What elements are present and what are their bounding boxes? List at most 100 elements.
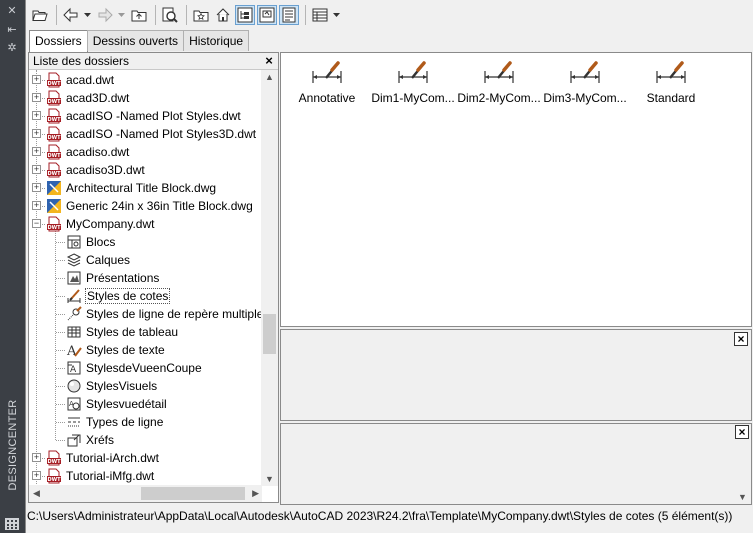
- favorites-button[interactable]: [191, 5, 211, 25]
- expand-icon[interactable]: +: [32, 201, 41, 210]
- chevron-down-icon: [83, 13, 91, 17]
- tree-child-item[interactable]: Types de ligne: [29, 413, 262, 431]
- tree-child-item[interactable]: Styles de ligne de repère multiple: [29, 305, 262, 323]
- collapse-icon[interactable]: −: [32, 219, 41, 228]
- tree-item[interactable]: − DWT MyCompany.dwt: [29, 215, 262, 233]
- views-dropdown[interactable]: [332, 5, 340, 25]
- expand-icon[interactable]: +: [32, 75, 41, 84]
- close-preview-button[interactable]: ×: [734, 332, 748, 346]
- preview-toggle-button[interactable]: [257, 5, 277, 25]
- tree-item[interactable]: + DWT Tutorial-iArch.dwt: [29, 449, 262, 467]
- tab-historique[interactable]: Historique: [183, 30, 250, 51]
- close-palette-icon[interactable]: ✕: [5, 4, 19, 18]
- tree-item[interactable]: + DWT Tutorial-iMfg.dwt: [29, 467, 262, 485]
- tree-item[interactable]: + Architectural Title Block.dwg: [29, 179, 262, 197]
- tree-child-item[interactable]: Présentations: [29, 269, 262, 287]
- scroll-down-icon[interactable]: ▼: [738, 492, 747, 502]
- expand-icon[interactable]: +: [32, 183, 41, 192]
- dimstyle-item[interactable]: Standard: [628, 61, 714, 111]
- tree-item[interactable]: + DWT acadISO -Named Plot Styles.dwt: [29, 107, 262, 125]
- tree-item-label: acad3D.dwt: [66, 91, 130, 105]
- tree-item[interactable]: + DWT acadISO -Named Plot Styles3D.dwt: [29, 125, 262, 143]
- tree-child-item[interactable]: Calques: [29, 251, 262, 269]
- forward-dropdown[interactable]: [117, 5, 125, 25]
- properties-icon[interactable]: ✲: [5, 41, 19, 55]
- list-view-icon: [312, 8, 328, 22]
- content-area[interactable]: Annotative Dim1-MyCom... Dim2-MyCom... D…: [280, 52, 752, 327]
- tree-child-item[interactable]: Xréfs: [29, 431, 262, 449]
- expand-icon[interactable]: +: [32, 93, 41, 102]
- expand-icon[interactable]: +: [32, 165, 41, 174]
- expand-icon[interactable]: +: [32, 129, 41, 138]
- back-button[interactable]: [61, 5, 81, 25]
- folder-tree[interactable]: + DWT acad.dwt + DWT acad3D.dwt + DWT acadISO -N…: [29, 70, 262, 486]
- tree-child-item[interactable]: Styles de cotes: [29, 287, 262, 305]
- tree-child-item[interactable]: A Stylesvuedétail: [29, 395, 262, 413]
- tree-item[interactable]: + DWT acad.dwt: [29, 71, 262, 89]
- tree-child-item[interactable]: A Styles de texte: [29, 341, 262, 359]
- tab-dessins-ouverts[interactable]: Dessins ouverts: [86, 30, 185, 51]
- palette-grip-icon[interactable]: [4, 517, 20, 531]
- back-dropdown[interactable]: [83, 5, 91, 25]
- dwt-file-icon: DWT: [47, 144, 61, 160]
- dimstyle-item[interactable]: Dim3-MyCom...: [542, 61, 628, 111]
- home-button[interactable]: [213, 5, 233, 25]
- dimstyle-item[interactable]: Dim2-MyCom...: [456, 61, 542, 111]
- autohide-icon[interactable]: ⇤: [5, 23, 19, 37]
- dwt-file-icon: DWT: [47, 468, 61, 484]
- tree-child-item[interactable]: StylesVisuels: [29, 377, 262, 395]
- tree-item-label: Styles de cotes: [84, 288, 171, 304]
- svg-text:A: A: [70, 365, 77, 375]
- palette-titlebar[interactable]: ✕ ⇤ ✲ DESIGNCENTER: [0, 0, 25, 533]
- designcenter-main: Dossiers Dessins ouverts Historique List…: [25, 0, 753, 533]
- forward-button[interactable]: [95, 5, 115, 25]
- close-description-button[interactable]: ×: [735, 425, 749, 439]
- table-style-icon: [67, 326, 81, 338]
- tree-item[interactable]: + Generic 24in x 36in Title Block.dwg: [29, 197, 262, 215]
- search-button[interactable]: [160, 5, 180, 25]
- expand-icon[interactable]: +: [32, 111, 41, 120]
- dimstyle-item[interactable]: Annotative: [284, 61, 370, 111]
- tree-vertical-scrollbar[interactable]: ▲ ▼: [261, 70, 278, 486]
- tree-item[interactable]: + DWT acadiso.dwt: [29, 143, 262, 161]
- detail-view-icon: A: [67, 397, 81, 411]
- description-scrollbar[interactable]: × ▼: [734, 424, 751, 504]
- dwt-file-icon: DWT: [47, 90, 61, 106]
- tree-vscroll-thumb[interactable]: [263, 314, 276, 354]
- expand-icon[interactable]: +: [32, 453, 41, 462]
- tree-child-item[interactable]: Styles de tableau: [29, 323, 262, 341]
- tree-hscroll-thumb[interactable]: [141, 487, 245, 500]
- dimstyle-item-label: Dim1-MyCom...: [371, 91, 455, 105]
- tree-item-label: acadiso.dwt: [66, 145, 130, 159]
- tree-item-label: Styles de texte: [86, 343, 165, 357]
- xref-icon: [67, 434, 81, 447]
- tree-child-item[interactable]: Blocs: [29, 233, 262, 251]
- description-toggle-button[interactable]: [279, 5, 299, 25]
- tree-child-item[interactable]: A StylesdeVueenCoupe: [29, 359, 262, 377]
- up-button[interactable]: [129, 5, 149, 25]
- scroll-right-icon[interactable]: ▶: [252, 488, 259, 499]
- scroll-left-icon[interactable]: ◀: [33, 488, 40, 499]
- scroll-down-icon[interactable]: ▼: [265, 474, 274, 484]
- home-icon: [216, 8, 230, 22]
- expand-icon[interactable]: +: [32, 471, 41, 480]
- description-icon: [282, 7, 296, 23]
- tree-item-label: StylesVisuels: [86, 379, 158, 393]
- tab-strip: Dossiers Dessins ouverts Historique: [29, 30, 250, 52]
- open-folder-icon: [32, 10, 48, 21]
- load-folder-button[interactable]: [30, 5, 50, 25]
- dimstyle-item[interactable]: Dim1-MyCom...: [370, 61, 456, 111]
- arrow-left-icon: [63, 7, 78, 23]
- views-button[interactable]: [310, 5, 330, 25]
- tab-dossiers[interactable]: Dossiers: [29, 30, 88, 52]
- arrow-right-icon: [98, 7, 113, 23]
- dwt-file-icon: DWT: [47, 72, 61, 88]
- folder-list-pane: Liste des dossiers × + DWT acad.dwt + DWT aca…: [28, 52, 279, 503]
- expand-icon[interactable]: +: [32, 147, 41, 156]
- close-folder-list-button[interactable]: ×: [263, 54, 275, 67]
- tree-horizontal-scrollbar[interactable]: ◀ ▶: [29, 485, 262, 502]
- scroll-up-icon[interactable]: ▲: [265, 72, 274, 82]
- tree-view-toggle-button[interactable]: [235, 5, 255, 25]
- tree-item[interactable]: + DWT acadiso3D.dwt: [29, 161, 262, 179]
- tree-item[interactable]: + DWT acad3D.dwt: [29, 89, 262, 107]
